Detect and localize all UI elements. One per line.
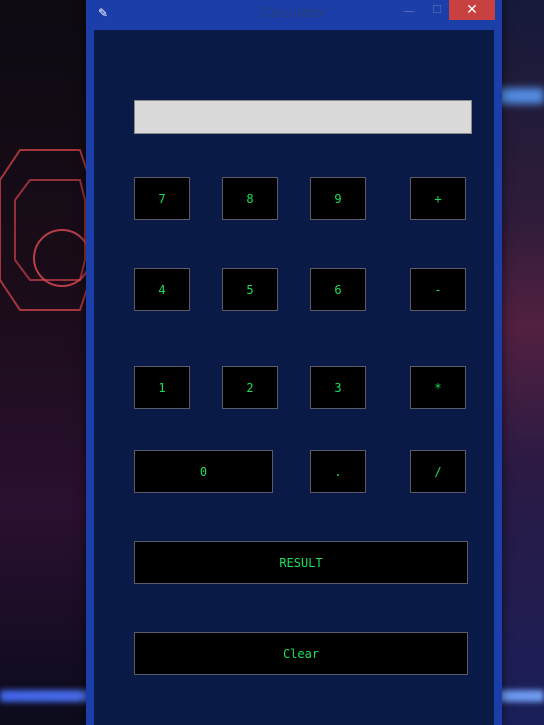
clear-button[interactable]: Clear: [134, 632, 468, 675]
key-9[interactable]: 9: [310, 177, 366, 220]
key-8[interactable]: 8: [222, 177, 278, 220]
key-minus[interactable]: -: [410, 268, 466, 311]
key-7[interactable]: 7: [134, 177, 190, 220]
key-2[interactable]: 2: [222, 366, 278, 409]
title-bar[interactable]: ✎ Calculator — ☐ ✕: [86, 0, 502, 28]
key-divide[interactable]: /: [410, 450, 466, 493]
result-button[interactable]: RESULT: [134, 541, 468, 584]
calculator-window: ✎ Calculator — ☐ ✕ 7 8 9 + 4 5 6 - 1 2 3…: [86, 0, 502, 725]
close-button[interactable]: ✕: [449, 0, 495, 20]
key-multiply[interactable]: *: [410, 366, 466, 409]
key-6[interactable]: 6: [310, 268, 366, 311]
display-field[interactable]: [134, 100, 472, 134]
key-0[interactable]: 0: [134, 450, 273, 493]
key-1[interactable]: 1: [134, 366, 190, 409]
calculator-body: 7 8 9 + 4 5 6 - 1 2 3 * 0 . / RESULT Cle…: [94, 30, 494, 725]
key-decimal[interactable]: .: [310, 450, 366, 493]
key-5[interactable]: 5: [222, 268, 278, 311]
desktop-wallpaper-left: [0, 0, 90, 725]
maximize-button[interactable]: ☐: [429, 0, 445, 22]
key-4[interactable]: 4: [134, 268, 190, 311]
wallpaper-octagon-graphic: [0, 149, 90, 311]
minimize-button[interactable]: —: [401, 0, 417, 22]
desktop-wallpaper-right: [496, 0, 544, 725]
wallpaper-glow: [496, 88, 544, 104]
key-3[interactable]: 3: [310, 366, 366, 409]
key-plus[interactable]: +: [410, 177, 466, 220]
